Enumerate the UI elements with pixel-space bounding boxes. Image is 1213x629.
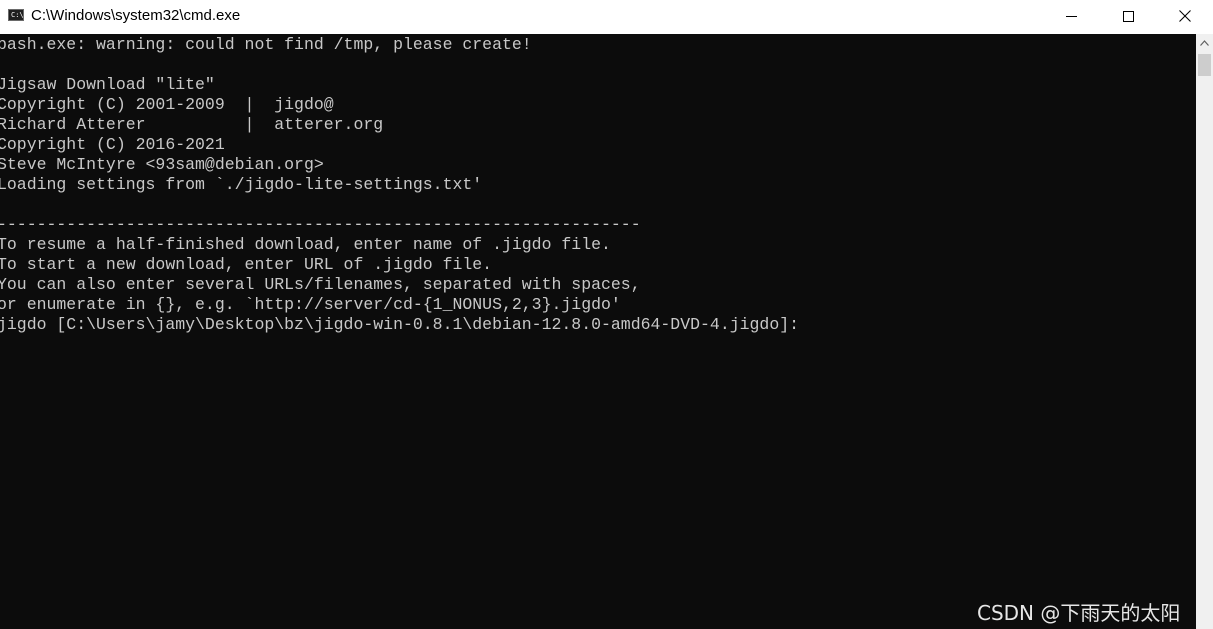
console-text: bash.exe: warning: could not find /tmp, … (0, 35, 799, 335)
scroll-up-arrow-icon (1200, 39, 1209, 46)
close-icon (1179, 10, 1191, 22)
close-button[interactable] (1157, 0, 1213, 32)
console-line: To start a new download, enter URL of .j… (0, 255, 493, 274)
console-output[interactable]: bash.exe: warning: could not find /tmp, … (0, 34, 1196, 629)
console-line: Steve McIntyre <93sam@debian.org> (0, 155, 324, 174)
cmd-window: C:\ C:\Windows\system32\cmd.exe bash.exe… (0, 0, 1213, 629)
console-line: To resume a half-finished download, ente… (0, 235, 611, 254)
console-line: jigdo [C:\Users\jamy\Desktop\bz\jigdo-wi… (0, 315, 800, 334)
minimize-icon (1065, 15, 1077, 17)
console-line: You can also enter several URLs/filename… (0, 275, 641, 294)
console-line: Copyright (C) 2016-2021 (0, 135, 225, 154)
console-line: or enumerate in {}, e.g. `http://server/… (0, 295, 621, 314)
console-line: Richard Atterer | atterer.org (0, 115, 384, 134)
console-line: Jigsaw Download "lite" (0, 75, 215, 94)
window-title: C:\Windows\system32\cmd.exe (31, 7, 241, 24)
maximize-button[interactable] (1100, 0, 1156, 32)
console-line: Copyright (C) 2001-2009 | jigdo@ (0, 95, 334, 114)
scroll-thumb[interactable] (1198, 54, 1211, 76)
cmd-icon-glyph: C:\ (11, 11, 24, 19)
scroll-up-button[interactable] (1196, 34, 1213, 51)
console-line: ----------------------------------------… (0, 215, 641, 234)
vertical-scrollbar[interactable] (1196, 34, 1213, 629)
title-bar[interactable]: C:\ C:\Windows\system32\cmd.exe (0, 0, 1213, 33)
maximize-icon (1122, 10, 1134, 22)
cmd-console-icon: C:\ (8, 9, 24, 21)
console-line: bash.exe: warning: could not find /tmp, … (0, 35, 532, 54)
minimize-button[interactable] (1043, 0, 1099, 32)
console-line: Loading settings from `./jigdo-lite-sett… (0, 175, 483, 194)
watermark: CSDN @下雨天的太阳 (977, 601, 1181, 625)
